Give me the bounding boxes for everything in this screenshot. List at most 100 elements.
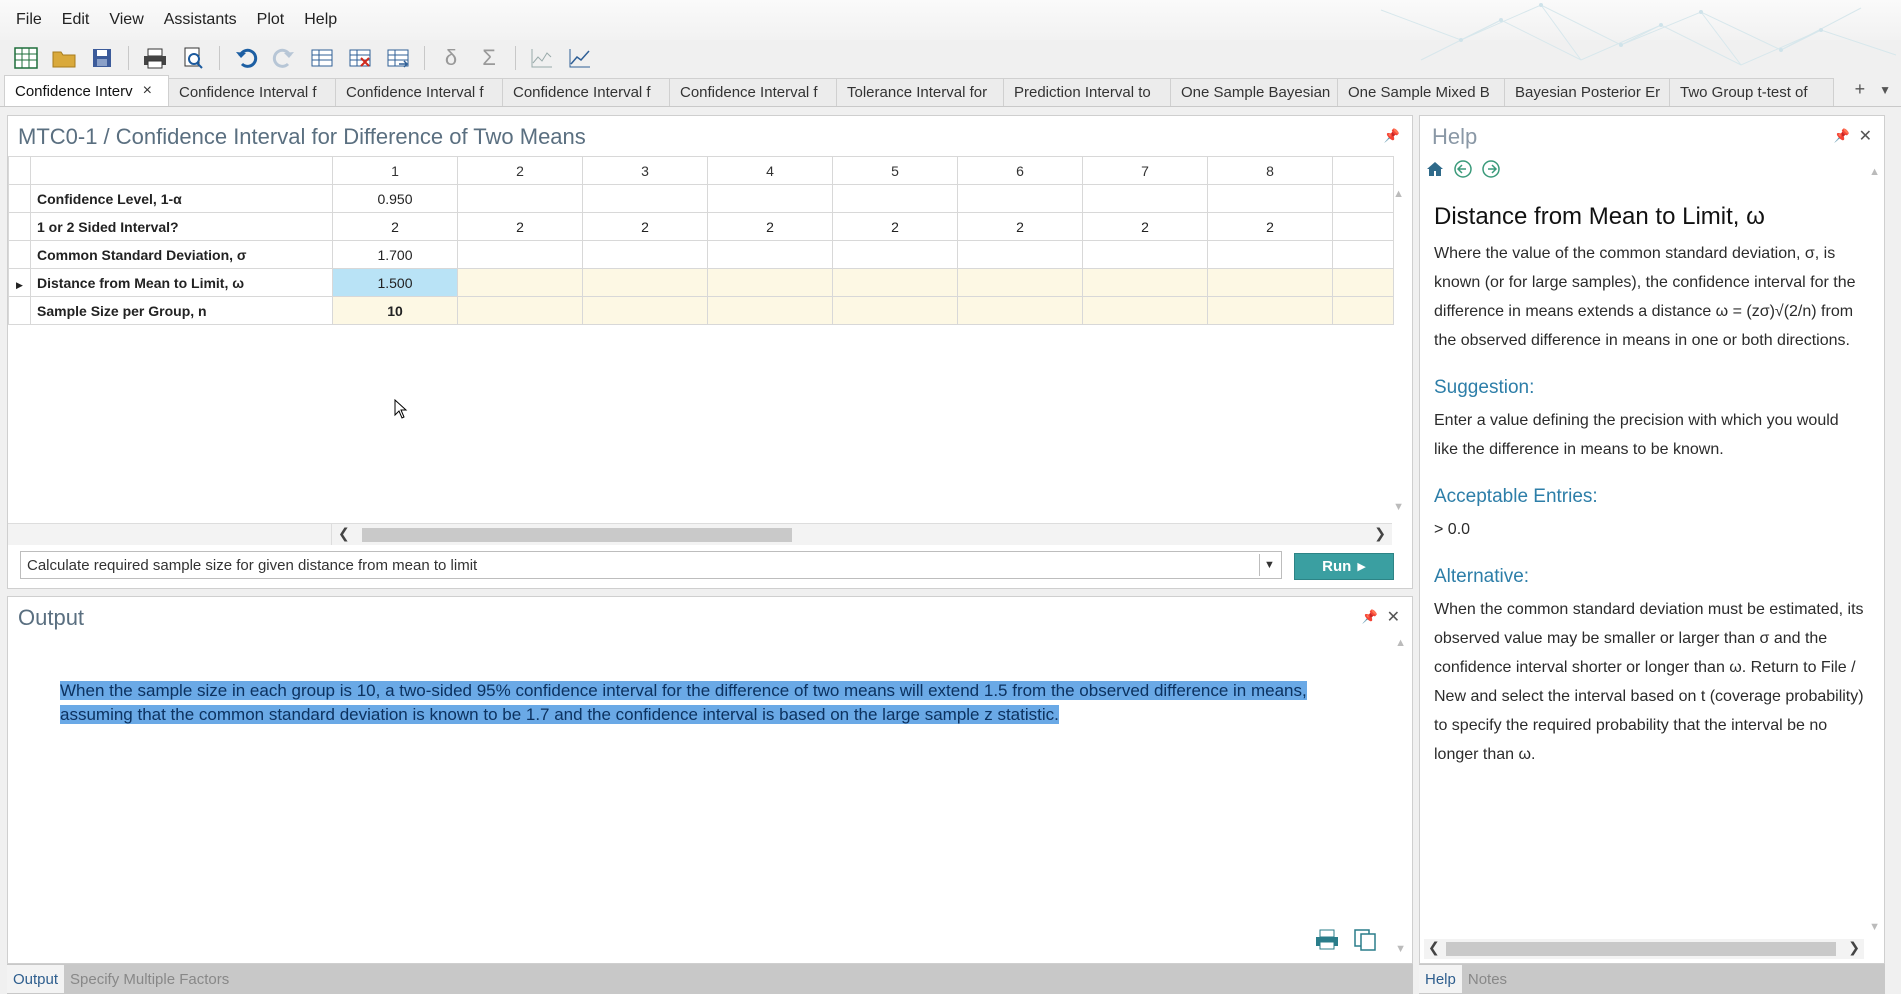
grid-cell[interactable]: 2	[582, 212, 708, 241]
grid-cell[interactable]	[582, 240, 708, 269]
scroll-down-arrow-icon[interactable]: ▼	[1393, 501, 1404, 513]
menu-plot[interactable]: Plot	[247, 11, 295, 29]
row-selector[interactable]	[8, 296, 31, 325]
grid-cell[interactable]	[1207, 184, 1333, 213]
row-selector[interactable]	[8, 212, 31, 241]
redo-icon[interactable]	[266, 42, 302, 74]
column-header[interactable]: 1	[332, 156, 458, 185]
column-header[interactable]	[1332, 156, 1394, 185]
grid-cell[interactable]	[582, 296, 708, 325]
horizontal-scrollbar[interactable]: ❮ ❯	[1424, 939, 1864, 959]
scroll-left-arrow-icon[interactable]: ❮	[338, 525, 350, 542]
tab-specify-multiple-factors[interactable]: Specify Multiple Factors	[64, 971, 235, 988]
column-header[interactable]: 4	[707, 156, 833, 185]
row-selector[interactable]: ▶	[8, 268, 31, 297]
grid-cell[interactable]	[1082, 296, 1208, 325]
sigma-icon[interactable]: Σ	[471, 42, 507, 74]
run-button[interactable]: Run ▶	[1294, 553, 1394, 580]
insert-rows-icon[interactable]	[304, 42, 340, 74]
save-icon[interactable]	[84, 42, 120, 74]
menu-file[interactable]: File	[6, 11, 52, 29]
grid-cell[interactable]	[707, 240, 833, 269]
copy-icon[interactable]	[1352, 927, 1378, 951]
fill-columns-icon[interactable]	[380, 42, 416, 74]
grid-cell[interactable]	[1332, 212, 1394, 241]
grid-cell[interactable]	[1207, 268, 1333, 297]
print-icon[interactable]	[137, 42, 173, 74]
column-header[interactable]: 2	[457, 156, 583, 185]
menu-help[interactable]: Help	[294, 11, 347, 29]
tab-output[interactable]: Output	[7, 965, 65, 993]
grid-cell[interactable]	[957, 184, 1083, 213]
grid-cell[interactable]	[832, 184, 958, 213]
delta-icon[interactable]: δ	[433, 42, 469, 74]
scroll-down-arrow-icon[interactable]: ▼	[1395, 943, 1406, 955]
chart-icon[interactable]	[562, 42, 598, 74]
column-header[interactable]: 3	[582, 156, 708, 185]
line-plot-icon[interactable]	[524, 42, 560, 74]
grid-cell[interactable]	[707, 268, 833, 297]
close-icon[interactable]: ✕	[1859, 126, 1872, 146]
add-tab-icon[interactable]: +	[1855, 79, 1866, 100]
tab-confidence-interval-2[interactable]: Confidence Interval f	[168, 78, 336, 106]
grid-cell[interactable]	[832, 296, 958, 325]
forward-arrow-icon[interactable]	[1482, 160, 1500, 178]
tab-one-sample-bayesian[interactable]: One Sample Bayesian	[1170, 78, 1338, 106]
tab-prediction-interval[interactable]: Prediction Interval to	[1003, 78, 1171, 106]
grid-cell[interactable]	[957, 296, 1083, 325]
delete-columns-icon[interactable]	[342, 42, 378, 74]
pin-icon[interactable]: 📌	[1362, 609, 1378, 625]
tab-confidence-interval-3[interactable]: Confidence Interval f	[335, 78, 503, 106]
grid-cell[interactable]	[957, 268, 1083, 297]
grid-cell[interactable]	[832, 240, 958, 269]
grid-cell[interactable]	[707, 184, 833, 213]
grid-cell[interactable]	[1082, 240, 1208, 269]
tab-tolerance-interval[interactable]: Tolerance Interval for	[836, 78, 1004, 106]
home-icon[interactable]	[1426, 160, 1444, 178]
grid-cell[interactable]	[457, 268, 583, 297]
tab-one-sample-mixed[interactable]: One Sample Mixed B	[1337, 78, 1505, 106]
column-header[interactable]: 8	[1207, 156, 1333, 185]
new-spreadsheet-icon[interactable]	[8, 42, 44, 74]
tab-notes[interactable]: Notes	[1462, 971, 1513, 988]
menu-assistants[interactable]: Assistants	[154, 11, 247, 29]
print-preview-icon[interactable]	[175, 42, 211, 74]
tab-two-group-t-test[interactable]: Two Group t-test of	[1669, 78, 1834, 106]
menu-view[interactable]: View	[99, 11, 153, 29]
horizontal-scrollbar[interactable]: ❮ ❯	[332, 523, 1392, 545]
tab-confidence-interval-1[interactable]: Confidence Interv ×	[4, 75, 169, 106]
open-folder-icon[interactable]	[46, 42, 82, 74]
scroll-down-arrow-icon[interactable]: ▼	[1869, 921, 1880, 933]
grid-cell[interactable]	[1207, 296, 1333, 325]
close-icon[interactable]: ×	[143, 82, 152, 100]
grid-cell[interactable]	[1082, 268, 1208, 297]
grid-cell[interactable]	[457, 296, 583, 325]
undo-icon[interactable]	[228, 42, 264, 74]
scroll-up-arrow-icon[interactable]: ▲	[1393, 188, 1404, 200]
back-arrow-icon[interactable]	[1454, 160, 1472, 178]
grid-cell[interactable]	[1082, 184, 1208, 213]
grid-cell[interactable]	[457, 240, 583, 269]
tab-bayesian-posterior[interactable]: Bayesian Posterior Er	[1504, 78, 1670, 106]
column-header[interactable]: 7	[1082, 156, 1208, 185]
row-selector[interactable]	[8, 240, 31, 269]
row-selector[interactable]	[8, 184, 31, 213]
grid-cell[interactable]	[1207, 240, 1333, 269]
grid-cell[interactable]: 2	[332, 212, 458, 241]
column-header[interactable]: 6	[957, 156, 1083, 185]
grid-cell[interactable]: 2	[1082, 212, 1208, 241]
grid-cell-selected[interactable]: 1.500	[332, 268, 458, 297]
grid-cell[interactable]	[1332, 240, 1394, 269]
grid-cell-result[interactable]: 10	[332, 296, 458, 325]
calculation-dropdown[interactable]: Calculate required sample size for given…	[20, 551, 1282, 579]
grid-cell[interactable]	[582, 184, 708, 213]
grid-cell[interactable]: 2	[832, 212, 958, 241]
scroll-right-arrow-icon[interactable]: ❯	[1374, 525, 1386, 542]
close-icon[interactable]: ✕	[1387, 607, 1400, 627]
grid-cell[interactable]	[832, 268, 958, 297]
output-statement[interactable]: When the sample size in each group is 10…	[60, 679, 1320, 727]
scroll-up-arrow-icon[interactable]: ▲	[1395, 637, 1406, 649]
grid-cell[interactable]	[457, 184, 583, 213]
print-icon[interactable]	[1314, 927, 1340, 951]
scroll-right-arrow-icon[interactable]: ❯	[1848, 939, 1860, 956]
